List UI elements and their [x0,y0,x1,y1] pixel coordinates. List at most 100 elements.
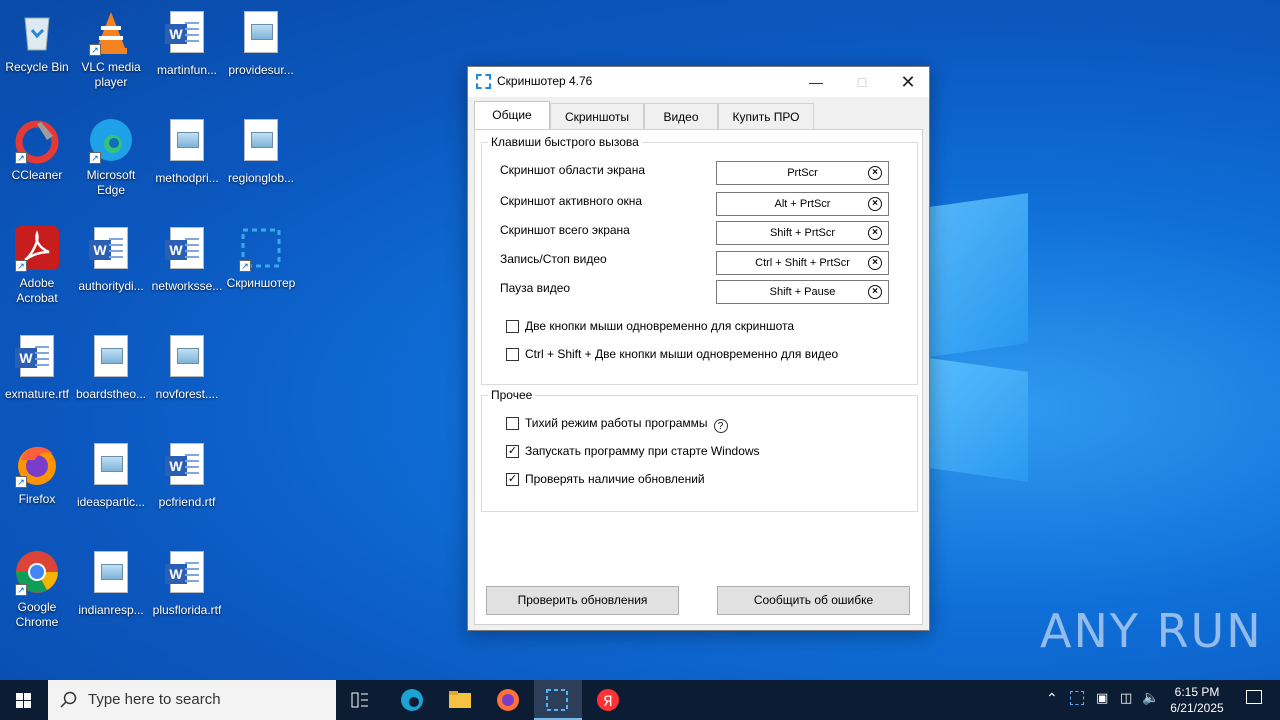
desktop-icon[interactable]: Wpcfriend.rtf [150,440,224,510]
desktop-icon-label: providesur... [228,63,294,77]
shortcut-arrow-icon: ↗ [89,44,101,56]
shortcut-arrow-icon: ↗ [15,476,27,488]
checkbox-box-checked[interactable]: ✓ [506,473,519,486]
desktop-icon-label: Adobe Acrobat [16,276,58,305]
hotkey-label: Скриншот всего экрана [500,223,630,237]
hotkey-value: Shift + PrtScr [769,227,836,239]
hotkey-field-area[interactable]: PrtScr × [716,161,889,185]
hotkey-label: Скриншот активного окна [500,194,643,208]
desktop-icon[interactable]: ↗ Microsoft Edge [74,116,148,198]
desktop-icon[interactable]: Wmartinfun... [150,8,224,78]
checkbox-box[interactable] [506,348,519,361]
desktop-icon[interactable]: indianresp... [74,548,148,618]
desktop-icon-label: Recycle Bin [5,60,69,74]
help-icon[interactable]: ? [713,419,728,433]
desktop-icon[interactable]: Wexmature.rtf [0,332,74,402]
minimize-button[interactable]: — [793,67,839,97]
desktop-icon[interactable]: ↗ Google Chrome [0,548,74,630]
start-button[interactable] [0,680,48,720]
desktop-icon-label: pcfriend.rtf [158,495,216,509]
tab-general[interactable]: Общие [474,101,550,129]
maximize-button[interactable]: □ [839,67,885,97]
file-explorer-icon[interactable] [438,680,482,720]
clear-hotkey-icon[interactable]: × [868,285,882,299]
windows-logo-wallpaper [930,180,1280,482]
system-tray: ⌃ ▣ ◫ 🔈 6:15 PM 6/21/2025 [1040,680,1280,720]
checkbox-box-checked[interactable]: ✓ [506,445,519,458]
windows-start-icon [16,693,31,708]
tray-app-icon[interactable]: ▣ [1096,690,1108,706]
desktop-icon[interactable]: novforest.... [150,332,224,402]
window-title: Скриншотер 4.76 [497,74,593,88]
edge-icon: ↗ [87,116,135,164]
check-updates-button[interactable]: Проверить обновления [486,586,679,615]
checkbox-label: Две кнопки мыши одновременно для скриншо… [525,319,795,333]
other-group: Прочее Тихий режим работы программы? ✓ З… [481,388,918,512]
image-file-icon [163,119,211,167]
checkbox-label: Проверять наличие обновлений [525,472,705,486]
screenshoter-tray-icon[interactable] [1070,691,1084,705]
desktop-icon-label: CCleaner [11,168,63,182]
hotkey-label: Пауза видео [500,281,571,295]
desktop-icon[interactable]: Wplusflorida.rtf [150,548,224,618]
hotkey-field-fullscreen[interactable]: Shift + PrtScr × [716,221,889,245]
clock[interactable]: 6:15 PM 6/21/2025 [1162,684,1232,716]
desktop-icon-label: ideaspartic... [76,495,146,509]
other-group-title: Прочее [488,388,536,402]
volume-icon[interactable]: 🔈 [1142,689,1159,706]
taskbar-search-box[interactable]: Type here to search [48,680,336,720]
desktop-icon-label: novforest.... [155,387,219,401]
clear-hotkey-icon[interactable]: × [868,197,882,211]
anyrun-watermark: ANY RUN [1040,604,1263,658]
shortcut-arrow-icon: ↗ [89,152,101,164]
firefox-taskbar-icon[interactable] [486,680,530,720]
desktop-icon[interactable]: boardstheo... [74,332,148,402]
desktop-icon[interactable]: ↗ VLC media player [74,8,148,90]
hotkey-label: Запись/Стоп видео [500,252,607,266]
chevron-up-icon[interactable]: ⌃ [1046,690,1058,707]
clear-hotkey-icon[interactable]: × [868,166,882,180]
notifications-icon[interactable] [1246,690,1262,704]
desktop-icon[interactable]: regionglob... [224,116,298,186]
checkbox-box[interactable] [506,320,519,333]
hotkey-field-window[interactable]: Alt + PrtScr × [716,192,889,216]
checkbox-box[interactable] [506,417,519,430]
report-bug-button[interactable]: Сообщить об ошибке [717,586,910,615]
tab-screenshots[interactable]: Скриншоты [550,103,644,129]
network-icon[interactable]: ◫ [1120,690,1132,706]
desktop-icon-label: Firefox [18,492,56,506]
desktop-icon[interactable]: ideaspartic... [74,440,148,510]
screenshoter-app-icon [476,74,491,89]
desktop-icon-label: plusflorida.rtf [152,603,222,617]
desktop-icon-label: Скриншотер [226,276,296,290]
edge-taskbar-icon[interactable] [390,680,434,720]
desktop-icon[interactable]: ↗ Скриншотер [224,224,298,291]
shortcut-arrow-icon: ↗ [15,260,27,272]
desktop-icon[interactable]: providesur... [224,8,298,78]
desktop-icon[interactable]: ↗ CCleaner [0,116,74,183]
hotkey-value: Shift + Pause [769,286,836,298]
close-button[interactable]: ✕ [885,67,931,97]
desktop-icon[interactable]: ↗ Firefox [0,440,74,507]
task-view-icon[interactable] [340,680,380,720]
image-file-icon [87,443,135,491]
desktop-icon[interactable]: Recycle Bin [0,8,74,75]
yandex-browser-icon[interactable]: Я [586,680,630,720]
desktop-icon-label: martinfun... [156,63,218,77]
desktop-icon[interactable]: Wnetworksse... [150,224,224,294]
desktop-icon[interactable]: methodpri... [150,116,224,186]
clear-hotkey-icon[interactable]: × [868,256,882,270]
screenshoter-taskbar-icon[interactable] [534,680,582,720]
clock-time: 6:15 PM [1174,685,1220,699]
hotkey-value: Alt + PrtScr [774,198,831,210]
desktop-icon[interactable]: ↗ Adobe Acrobat [0,224,74,306]
clear-hotkey-icon[interactable]: × [868,226,882,240]
tab-video[interactable]: Видео [644,103,718,129]
tab-buy-pro[interactable]: Купить ПРО [718,103,814,129]
title-bar[interactable]: Скриншотер 4.76 — □ ✕ [468,67,929,97]
desktop-icon-label: VLC media player [81,60,141,89]
desktop-icon-label: indianresp... [78,603,144,617]
hotkey-field-pause[interactable]: Shift + Pause × [716,280,889,304]
desktop-icon[interactable]: Wauthoritydi... [74,224,148,294]
hotkey-field-record[interactable]: Ctrl + Shift + PrtScr × [716,251,889,275]
